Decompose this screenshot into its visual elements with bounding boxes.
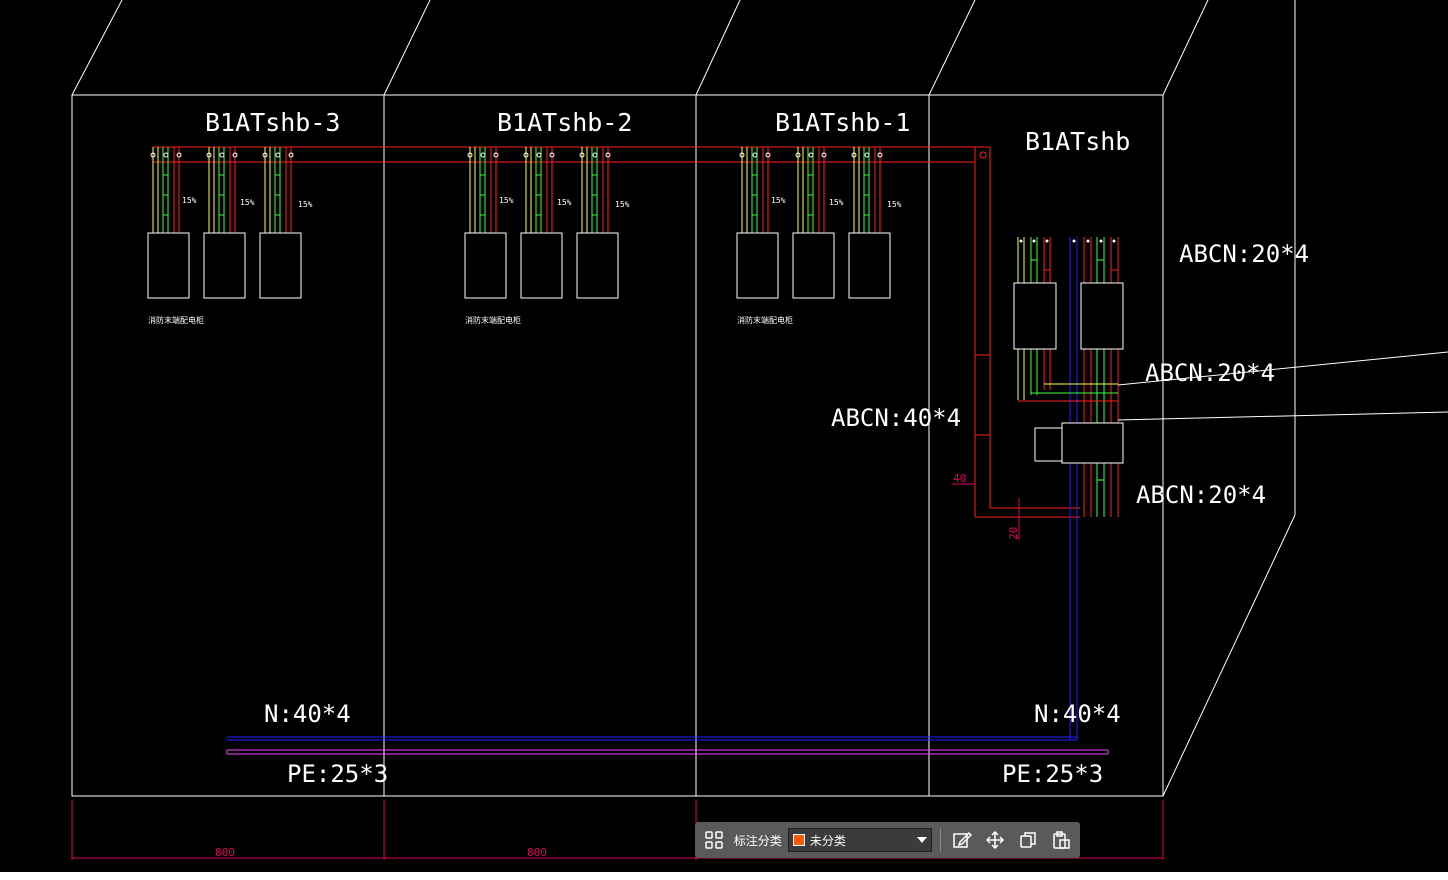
breaker-rating-label: 15%: [887, 200, 902, 209]
spec-n-right: N:40*4: [1034, 700, 1121, 728]
cable-note: 消防末端配电柜: [465, 315, 521, 325]
category-label: 标注分类: [733, 833, 782, 848]
breaker-rating-label: 15%: [298, 200, 313, 209]
breaker-unit: 15%: [520, 147, 572, 299]
dim-bus-20: 20: [1007, 527, 1020, 540]
breaker-unit: 15%: [259, 147, 313, 299]
copy-icon[interactable]: [1014, 826, 1041, 854]
breaker-unit: 15%: [848, 147, 902, 299]
spec-n-left: N:40*4: [264, 700, 351, 728]
paste-icon[interactable]: [1047, 826, 1074, 854]
spec-abcn-low: ABCN:20*4: [1136, 481, 1266, 509]
panel-title-p0: B1ATshb: [1025, 127, 1130, 156]
dim-bus-40: 40: [953, 472, 966, 485]
cable-note: 消防末端配电柜: [148, 315, 204, 325]
pe-bar: [226, 749, 1109, 755]
breaker-rating-label: 15%: [182, 196, 197, 205]
spec-pe-left: PE:25*3: [287, 760, 388, 788]
breaker-unit: 15%: [736, 147, 786, 299]
breaker-rating-label: 15%: [499, 196, 514, 205]
spec-abcn-main: ABCN:40*4: [831, 404, 961, 432]
category-color-swatch: [792, 834, 805, 846]
category-select[interactable]: 未分类: [787, 828, 932, 852]
panel-title-p2: B1ATshb-2: [497, 108, 632, 137]
breaker-unit: 15%: [464, 147, 514, 299]
spec-pe-right: PE:25*3: [1002, 760, 1103, 788]
dim-width-2: 800: [527, 846, 547, 859]
move-icon[interactable]: [982, 826, 1009, 854]
edit-icon[interactable]: [949, 826, 976, 854]
chevron-down-icon: [916, 837, 927, 843]
cad-drawing: B1ATshb-3 B1ATshb-2 B1ATshb-1 B1ATshb 15…: [71, 0, 1448, 860]
toolbar-divider: [939, 828, 941, 852]
dim-width-1: 800: [215, 846, 235, 859]
breaker-rating-label: 15%: [771, 196, 786, 205]
status-strip: [0, 872, 1448, 880]
breaker-rating-label: 15%: [615, 200, 630, 209]
breaker-unit: 15%: [792, 147, 844, 299]
spec-abcn-mid: ABCN:20*4: [1145, 359, 1275, 387]
grid-apps-icon[interactable]: [701, 826, 728, 854]
breaker-rating-label: 15%: [557, 198, 572, 207]
breaker-unit: 15%: [576, 147, 630, 299]
breaker-unit: 15%: [203, 147, 255, 299]
panel-title-p1: B1ATshb-1: [775, 108, 910, 137]
category-value: 未分类: [809, 833, 846, 848]
breaker-rating-label: 15%: [829, 198, 844, 207]
breaker-rating-label: 15%: [240, 198, 255, 207]
spec-abcn-top: ABCN:20*4: [1179, 240, 1309, 268]
cable-note: 消防末端配电柜: [737, 315, 793, 325]
breaker-unit: 15%: [147, 147, 197, 299]
neutral-bar: [227, 736, 1077, 741]
breaker-groups: 15% 15% 15% 消防末端配电柜 15% 15% 15% 消防末端配电柜 15% 15% 15…: [147, 147, 902, 325]
annotation-toolbar: 标注分类 未分类: [695, 822, 1080, 858]
panel-title-p3: B1ATshb-3: [205, 108, 340, 137]
